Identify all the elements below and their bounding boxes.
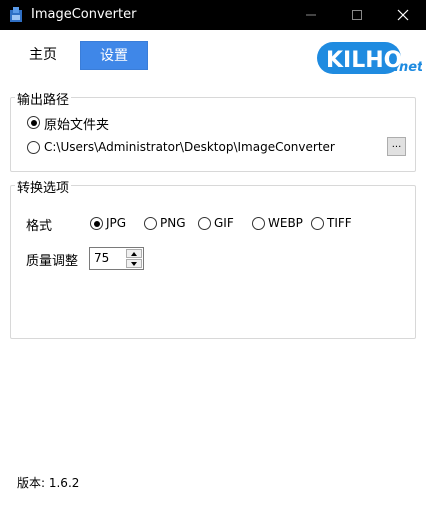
close-icon: [397, 9, 409, 21]
maximize-button[interactable]: [334, 0, 380, 30]
radio-original-folder[interactable]: [27, 116, 40, 129]
minimize-icon: [306, 14, 316, 16]
quality-decrement-button[interactable]: [126, 259, 142, 268]
radio-custom-path[interactable]: [27, 141, 40, 154]
tab-home[interactable]: 主页: [18, 41, 68, 70]
version-label: 版本: 1.6.2: [17, 476, 80, 490]
browse-button[interactable]: ...: [387, 137, 406, 156]
maximize-icon: [352, 10, 362, 20]
radio-format-gif-label[interactable]: GIF: [214, 216, 234, 230]
radio-format-webp-label[interactable]: WEBP: [268, 216, 303, 230]
radio-format-png[interactable]: [144, 217, 157, 230]
minimize-button[interactable]: [288, 0, 334, 30]
quality-increment-button[interactable]: [126, 249, 142, 258]
output-path-title: 输出路径: [15, 89, 72, 108]
format-label: 格式: [26, 219, 53, 234]
quality-label: 质量调整: [26, 254, 79, 269]
radio-original-folder-label[interactable]: 原始文件夹: [44, 114, 109, 133]
logo-text-main: KILHO: [326, 48, 402, 73]
logo-text-suffix: .net: [394, 60, 422, 75]
radio-format-webp[interactable]: [252, 217, 265, 230]
close-button[interactable]: [380, 0, 426, 30]
radio-custom-path-label[interactable]: C:\Users\Administrator\Desktop\ImageConv…: [44, 140, 335, 154]
radio-format-jpg[interactable]: [90, 217, 103, 230]
quality-value[interactable]: 75: [94, 251, 109, 265]
title-bar: ImageConverter: [0, 0, 426, 30]
radio-format-gif[interactable]: [198, 217, 211, 230]
app-icon: [10, 7, 22, 22]
arrow-down-icon: [131, 262, 137, 266]
radio-format-tiff[interactable]: [311, 217, 324, 230]
kilho-logo: KILHO .net: [317, 42, 422, 75]
radio-format-jpg-label[interactable]: JPG: [106, 216, 126, 230]
radio-format-png-label[interactable]: PNG: [160, 216, 186, 230]
window-title: ImageConverter: [31, 7, 137, 22]
quality-stepper[interactable]: 75: [89, 247, 144, 270]
radio-format-tiff-label[interactable]: TIFF: [327, 216, 352, 230]
output-path-group: [10, 97, 416, 172]
arrow-up-icon: [131, 252, 137, 256]
convert-options-title: 转换选项: [15, 177, 72, 196]
tab-settings[interactable]: 设置: [80, 41, 148, 70]
